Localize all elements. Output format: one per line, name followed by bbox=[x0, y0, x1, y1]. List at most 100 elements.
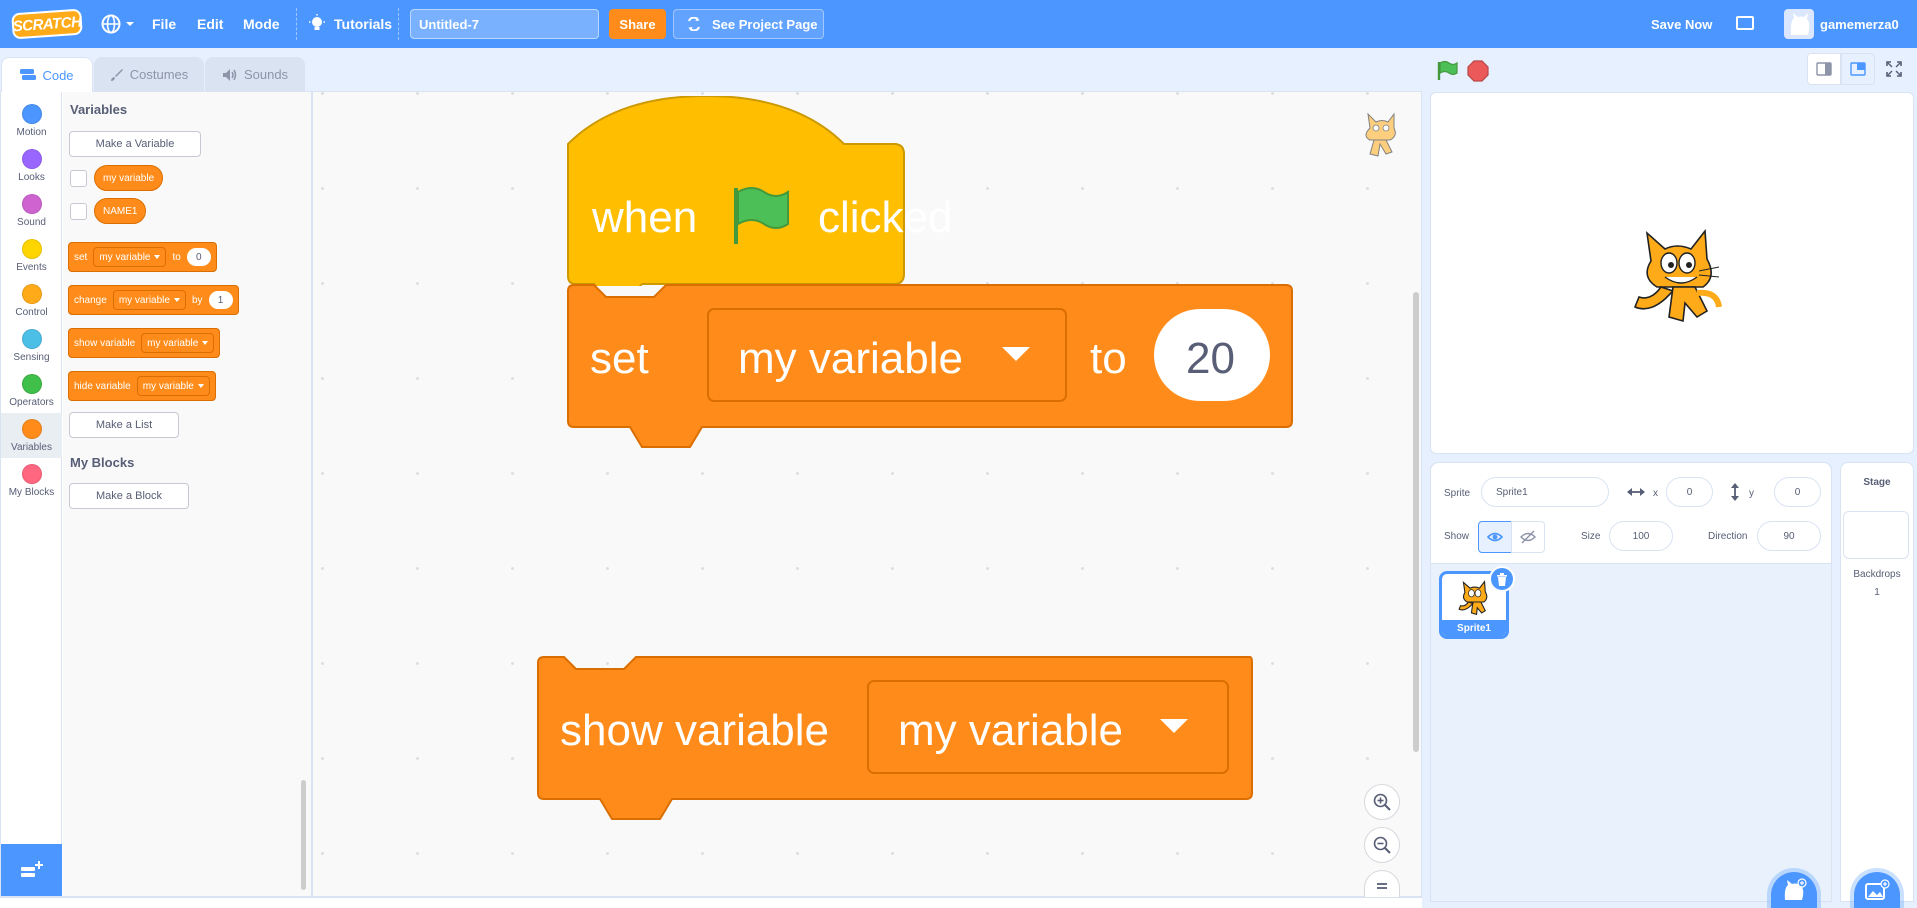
block-palette: Motion Looks Sound Events Control Sensin… bbox=[0, 91, 312, 897]
see-project-page-button[interactable]: See Project Page bbox=[673, 9, 824, 39]
speaker-icon bbox=[222, 68, 237, 81]
stage-thumbnail[interactable] bbox=[1843, 511, 1909, 559]
fullscreen-icon bbox=[1886, 61, 1902, 77]
set-variable-block[interactable]: set my variable to 0 bbox=[68, 242, 217, 272]
looks-color-icon bbox=[21, 149, 42, 169]
category-label: Looks bbox=[18, 172, 45, 183]
category-control[interactable]: Control bbox=[1, 278, 62, 323]
menu-divider bbox=[398, 8, 399, 40]
zoom-in-button[interactable] bbox=[1364, 784, 1400, 820]
category-label: Operators bbox=[9, 397, 54, 408]
workspace-scrollbar[interactable] bbox=[1413, 292, 1419, 752]
tutorials-label: Tutorials bbox=[334, 16, 393, 32]
trash-icon bbox=[1497, 572, 1507, 586]
category-label: Sound bbox=[17, 217, 46, 228]
lightbulb-icon bbox=[309, 14, 325, 30]
tab-costumes[interactable]: Costumes bbox=[94, 57, 204, 91]
make-block-button[interactable]: Make a Block bbox=[69, 483, 189, 509]
set-variable-script-block[interactable]: set my variable to 20 bbox=[566, 283, 1296, 453]
green-flag-button[interactable] bbox=[1436, 60, 1458, 82]
my-stuff-folder-icon[interactable] bbox=[1736, 16, 1754, 30]
size-input[interactable]: 100 bbox=[1609, 521, 1673, 551]
username-label[interactable]: gamemerza0 bbox=[1820, 0, 1899, 48]
tutorials-button[interactable]: Tutorials bbox=[308, 0, 392, 48]
scratch-logo[interactable]: SCRATCH bbox=[11, 8, 83, 40]
events-color-icon bbox=[21, 239, 42, 259]
y-position-input[interactable]: 0 bbox=[1774, 477, 1821, 507]
save-now-button[interactable]: Save Now bbox=[1651, 0, 1712, 48]
show-variable-script-block[interactable]: show variable my variable bbox=[536, 655, 1256, 825]
show-sprite-button[interactable] bbox=[1478, 521, 1512, 553]
hide-sprite-button[interactable] bbox=[1511, 521, 1545, 553]
category-sound[interactable]: Sound bbox=[1, 188, 62, 233]
sprite-name-input[interactable]: Sprite1 bbox=[1481, 477, 1609, 507]
variable-dropdown[interactable]: my variable bbox=[136, 376, 210, 396]
variable-checkbox[interactable] bbox=[70, 203, 87, 220]
zoom-out-button[interactable] bbox=[1364, 827, 1400, 863]
show-variable-block[interactable]: show variable my variable bbox=[68, 328, 221, 358]
direction-input[interactable]: 90 bbox=[1757, 521, 1821, 551]
block-label: change bbox=[74, 294, 107, 306]
category-label: Control bbox=[15, 307, 48, 318]
flyout-scrollbar[interactable] bbox=[301, 780, 306, 890]
edit-menu[interactable]: Edit bbox=[197, 0, 223, 48]
stage-selector-title: Stage bbox=[1863, 477, 1891, 488]
my-blocks-color-icon bbox=[21, 464, 42, 484]
variable-dropdown[interactable]: my variable bbox=[707, 308, 1067, 402]
brush-icon bbox=[110, 68, 123, 81]
large-stage-button[interactable] bbox=[1841, 53, 1875, 85]
tab-sounds[interactable]: Sounds bbox=[205, 57, 305, 91]
tab-code[interactable]: Code bbox=[1, 57, 93, 92]
category-motion[interactable]: Motion bbox=[1, 98, 62, 143]
dropdown-caret-icon bbox=[202, 341, 209, 345]
add-extension-button[interactable] bbox=[1, 844, 62, 896]
file-menu[interactable]: File bbox=[152, 0, 176, 48]
variable-checkbox[interactable] bbox=[70, 170, 87, 187]
variables-heading: Variables bbox=[70, 102, 128, 117]
remix-arrows-icon bbox=[688, 17, 700, 31]
category-operators[interactable]: Operators bbox=[1, 368, 62, 413]
make-list-button[interactable]: Make a List bbox=[69, 412, 179, 438]
show-variable-word: show variable bbox=[560, 706, 829, 755]
motion-color-icon bbox=[21, 104, 42, 124]
fullscreen-button[interactable] bbox=[1877, 53, 1911, 85]
category-events[interactable]: Events bbox=[1, 233, 62, 278]
dropdown-caret-icon bbox=[173, 298, 180, 302]
variable-reporter-block[interactable]: NAME1 bbox=[94, 198, 147, 224]
category-variables[interactable]: Variables bbox=[1, 413, 62, 458]
when-flag-clicked-block[interactable]: when clicked bbox=[566, 96, 986, 286]
delete-sprite-button[interactable] bbox=[1489, 566, 1515, 592]
cat-sprite-icon[interactable] bbox=[1621, 221, 1731, 331]
small-stage-button[interactable] bbox=[1807, 53, 1841, 85]
mode-menu[interactable]: Mode bbox=[243, 0, 280, 48]
hide-variable-block[interactable]: hide variable my variable bbox=[68, 371, 216, 401]
value-input[interactable]: 1 bbox=[208, 291, 233, 309]
category-label: Sensing bbox=[13, 352, 50, 363]
x-position-input[interactable]: 0 bbox=[1666, 477, 1713, 507]
variables-color-icon bbox=[21, 419, 42, 439]
stage-selector[interactable]: Stage Backdrops 1 bbox=[1840, 462, 1914, 902]
eye-slash-icon bbox=[1520, 530, 1536, 544]
category-my-blocks[interactable]: My Blocks bbox=[1, 458, 62, 503]
dropdown-caret-icon bbox=[197, 384, 204, 388]
dropdown-label: my variable bbox=[118, 294, 170, 306]
stage-canvas[interactable] bbox=[1430, 92, 1914, 454]
block-label: show variable bbox=[74, 337, 136, 349]
share-button[interactable]: Share bbox=[609, 9, 666, 39]
value-input[interactable]: 20 bbox=[1154, 309, 1270, 401]
user-avatar[interactable] bbox=[1784, 9, 1814, 39]
variable-dropdown[interactable]: my variable bbox=[141, 333, 215, 353]
stop-button[interactable] bbox=[1467, 60, 1489, 82]
change-variable-block[interactable]: change my variable by 1 bbox=[68, 285, 239, 315]
variable-dropdown[interactable]: my variable bbox=[93, 247, 167, 267]
value-input[interactable]: 0 bbox=[186, 248, 211, 266]
category-sensing[interactable]: Sensing bbox=[1, 323, 62, 368]
variable-reporter-block[interactable]: my variable bbox=[94, 165, 164, 191]
category-looks[interactable]: Looks bbox=[1, 143, 62, 188]
make-variable-button[interactable]: Make a Variable bbox=[69, 131, 201, 157]
variable-dropdown[interactable]: my variable bbox=[112, 290, 186, 310]
language-menu[interactable] bbox=[100, 0, 135, 48]
variable-dropdown[interactable]: my variable bbox=[867, 680, 1229, 774]
menu-divider bbox=[296, 8, 297, 40]
project-title-input[interactable]: Untitled-7 bbox=[410, 9, 599, 39]
